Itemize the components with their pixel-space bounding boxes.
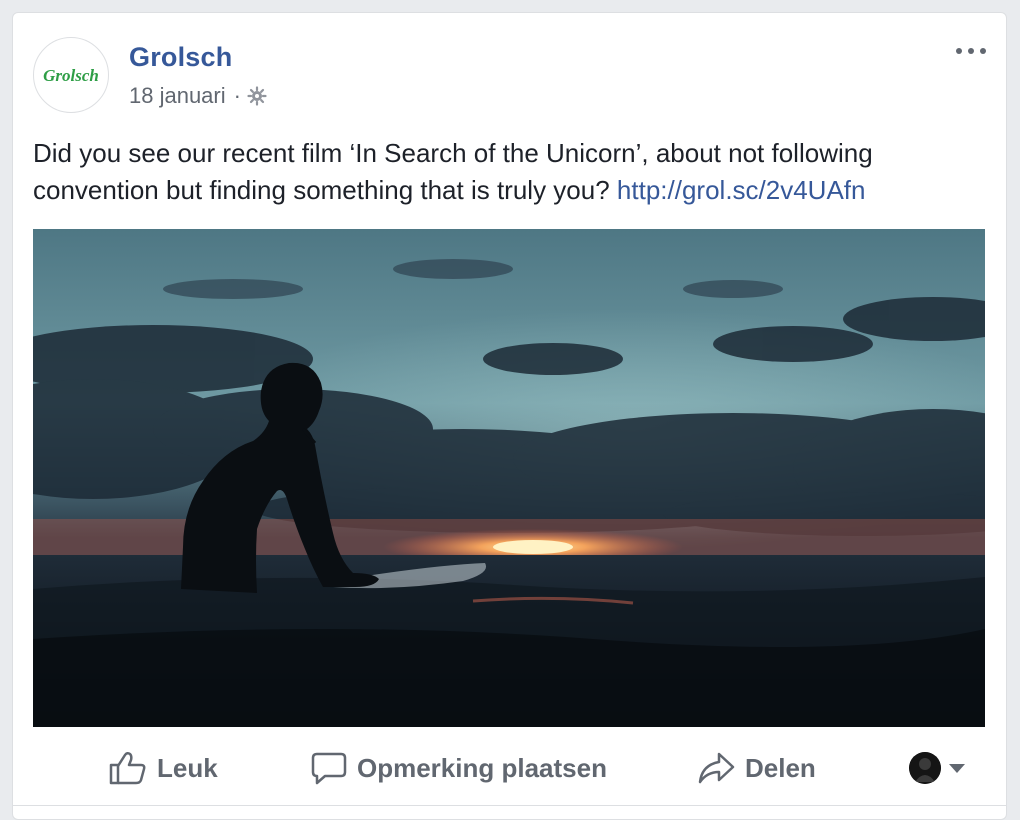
more-dot	[968, 48, 974, 54]
share-label: Delen	[745, 752, 816, 783]
post-as-selector[interactable]	[909, 745, 965, 791]
grolsch-logo: Grolsch	[43, 66, 99, 85]
page-avatar[interactable]: Grolsch	[33, 37, 109, 113]
more-dot	[956, 48, 962, 54]
divider	[13, 805, 1006, 806]
post-link[interactable]: http://grol.sc/2v4UAfn	[617, 175, 866, 205]
post-text: Did you see our recent film ‘In Search o…	[33, 135, 993, 209]
post-meta: 18 januari ·	[129, 83, 267, 109]
like-button[interactable]: Leuk	[109, 745, 218, 791]
post-actions-bar: Leuk Opmerking plaatsen Delen	[13, 745, 1006, 791]
comment-bubble-icon	[311, 752, 347, 785]
share-button[interactable]: Delen	[697, 745, 816, 791]
thumbs-up-icon	[109, 751, 146, 785]
globe-icon[interactable]	[247, 86, 267, 106]
more-dot	[980, 48, 986, 54]
svg-text:Grolsch: Grolsch	[43, 66, 99, 85]
like-label: Leuk	[157, 752, 218, 783]
page-name-link[interactable]: Grolsch	[129, 42, 232, 73]
comment-label: Opmerking plaatsen	[357, 752, 607, 783]
meta-separator: ·	[233, 83, 241, 108]
comment-button[interactable]: Opmerking plaatsen	[311, 745, 607, 791]
more-options-icon[interactable]	[956, 41, 986, 61]
user-avatar	[909, 752, 941, 784]
post-card: Grolsch Grolsch 18 januari · Did you see…	[12, 12, 1007, 820]
post-photo[interactable]	[33, 229, 985, 727]
share-arrow-icon	[698, 752, 735, 784]
post-date[interactable]: 18 januari	[129, 83, 226, 109]
chevron-down-icon	[949, 763, 965, 773]
